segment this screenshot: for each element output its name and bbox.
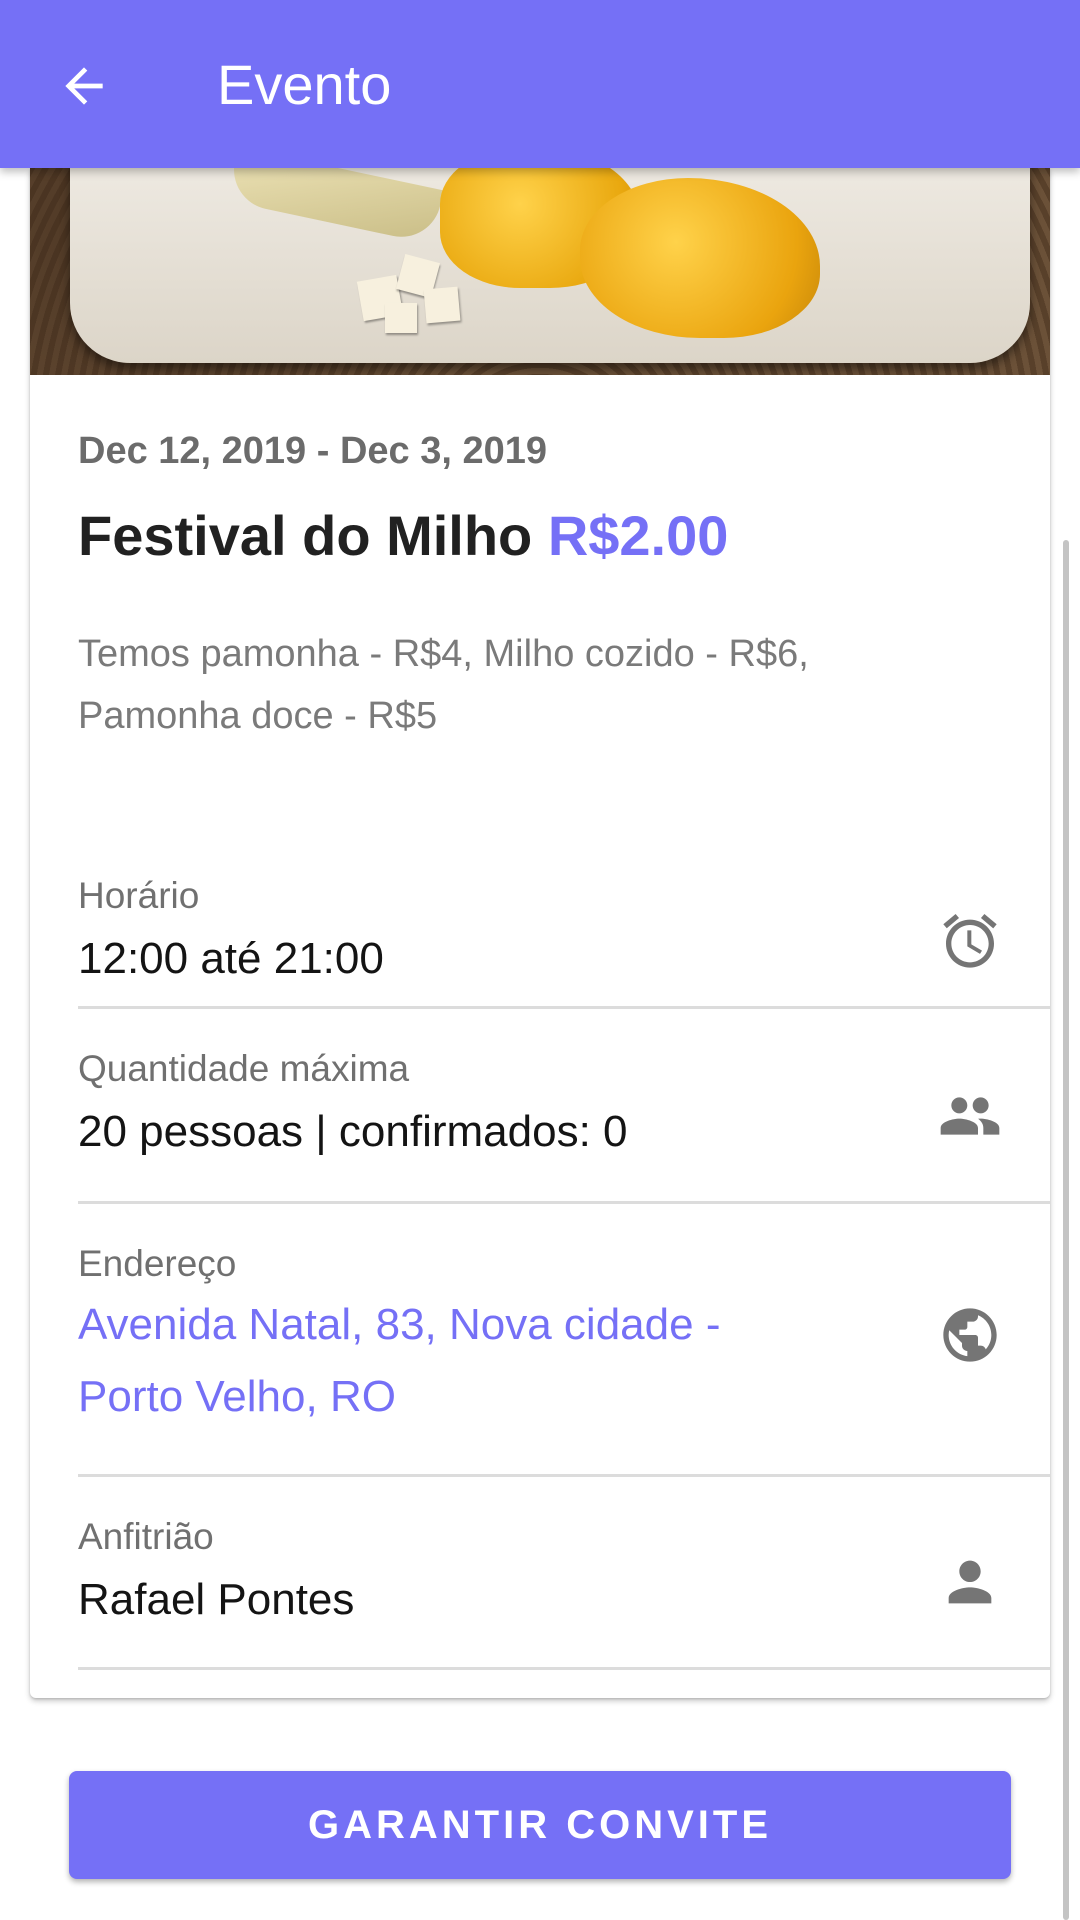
- back-button[interactable]: [48, 50, 120, 122]
- person-icon: [938, 1550, 1002, 1614]
- schedule-row: Horário 12:00 até 21:00: [78, 833, 1050, 1009]
- schedule-label: Horário: [78, 875, 200, 916]
- event-title: Festival do Milho R$2.00: [78, 503, 728, 568]
- capacity-value: 20 pessoas | confirmados: 0: [78, 1107, 628, 1156]
- event-image: [30, 168, 1050, 375]
- host-row: Anfitrião Rafael Pontes: [78, 1474, 1050, 1670]
- event-price: R$2.00: [547, 504, 729, 567]
- arrow-back-icon: [65, 67, 103, 105]
- host-value: Rafael Pontes: [78, 1575, 355, 1624]
- guarantee-invite-button[interactable]: GARANTIR CONVITE: [69, 1771, 1011, 1879]
- event-description: Temos pamonha - R$4, Milho cozido - R$6,…: [78, 633, 809, 737]
- event-date-range: Dec 12, 2019 - Dec 3, 2019: [78, 430, 548, 472]
- address-row: Endereço Avenida Natal, 83, Nova cidade …: [78, 1201, 1050, 1477]
- address-link[interactable]: Avenida Natal, 83, Nova cidade - Porto V…: [78, 1289, 798, 1433]
- page-title: Evento: [217, 53, 392, 116]
- cheese-shape: [385, 303, 417, 333]
- address-label: Endereço: [78, 1243, 237, 1284]
- globe-icon: [938, 1303, 1002, 1367]
- event-name: Festival do Milho: [78, 504, 533, 567]
- host-label: Anfitrião: [78, 1516, 214, 1557]
- cheese-shape: [423, 286, 461, 324]
- people-icon: [938, 1084, 1002, 1148]
- capacity-label: Quantidade máxima: [78, 1048, 410, 1089]
- alarm-clock-icon: [938, 909, 1002, 973]
- scrollbar[interactable]: [1063, 540, 1069, 1920]
- app-bar: Evento: [0, 0, 1080, 168]
- schedule-value: 12:00 até 21:00: [78, 934, 384, 983]
- event-card: Dec 12, 2019 - Dec 3, 2019 Festival do M…: [30, 168, 1050, 1698]
- capacity-row: Quantidade máxima 20 pessoas | confirmad…: [78, 1006, 1050, 1204]
